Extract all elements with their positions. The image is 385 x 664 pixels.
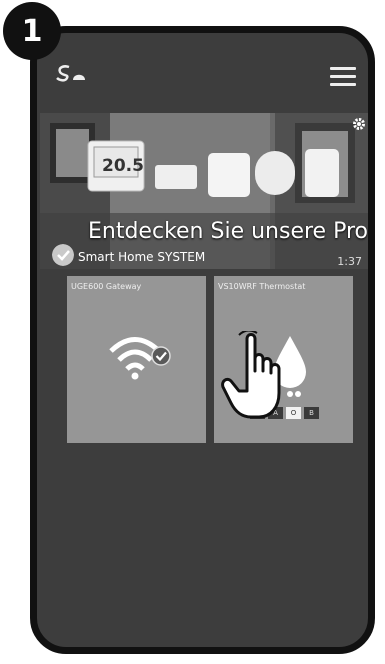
video-banner[interactable]: 20.5 Entdecken Sie unsere Pro... Smart H… <box>40 113 372 269</box>
tapping-hand-icon <box>221 331 281 419</box>
step-number-badge: 1 <box>3 2 61 60</box>
banner-subtitle: Smart Home SYSTEM <box>78 250 206 264</box>
banner-thumbnail <box>40 113 368 269</box>
wifi-icon <box>109 337 161 380</box>
mode-option[interactable]: B <box>304 407 319 419</box>
salus-logo-icon <box>56 65 85 82</box>
check-icon <box>151 346 171 366</box>
app-header <box>37 33 368 115</box>
video-duration: 1:37 <box>337 255 362 268</box>
device-tile-gateway[interactable]: UGE600 Gateway <box>67 276 206 443</box>
thermostat-display-reading: 20.5 <box>102 156 144 176</box>
phone-screen: 20.5 Entdecken Sie unsere Pro... Smart H… <box>30 26 375 654</box>
check-icon <box>52 244 74 266</box>
banner-title: Entdecken Sie unsere Pro... <box>88 219 372 244</box>
gear-icon[interactable] <box>352 117 366 131</box>
hamburger-menu-icon[interactable] <box>330 67 356 86</box>
